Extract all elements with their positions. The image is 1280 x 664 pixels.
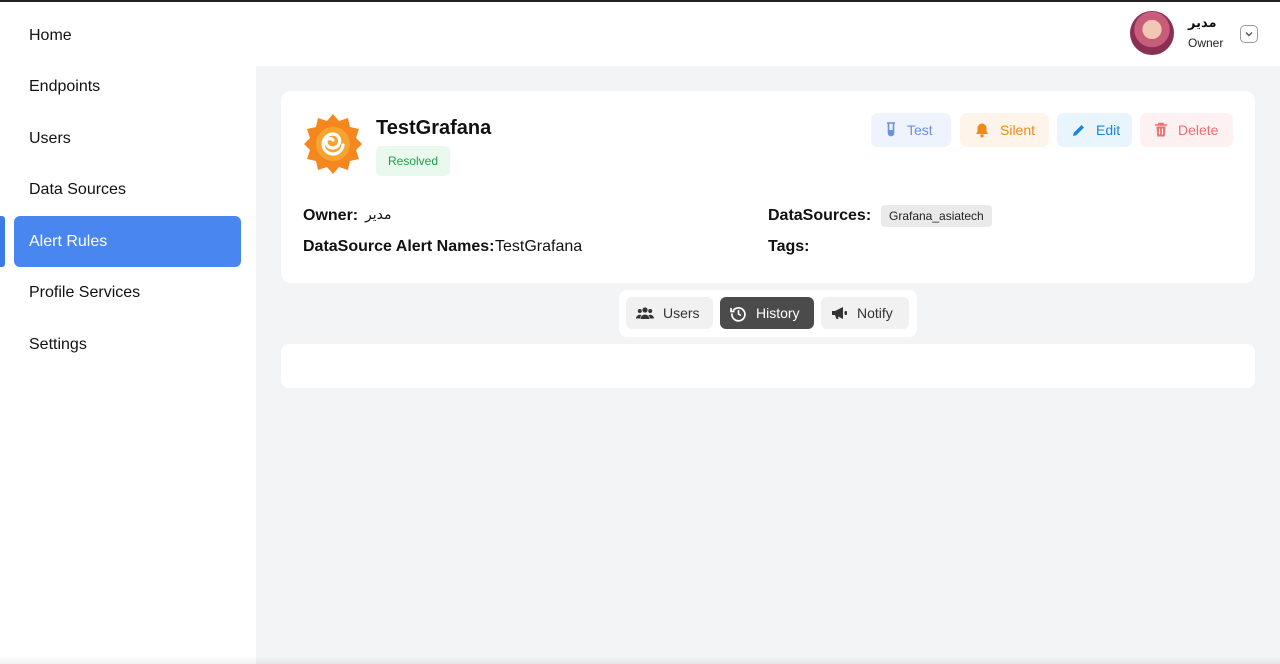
users-icon [636, 307, 654, 319]
owner-label: Owner: [303, 207, 359, 224]
sidebar-item-home[interactable]: Home [14, 10, 241, 61]
edit-button-label: Edit [1096, 122, 1121, 138]
top-header: مدیر Owner [256, 2, 1280, 66]
history-panel [281, 344, 1255, 388]
sidebar-item-users[interactable]: Users [14, 113, 241, 164]
sidebar-item-label: Users [29, 129, 71, 147]
sidebar-item-label: Home [29, 26, 72, 44]
silent-button[interactable]: Silent [960, 113, 1049, 147]
tab-users[interactable]: Users [626, 297, 713, 329]
tab-history[interactable]: History [720, 297, 814, 329]
test-tube-icon [887, 122, 895, 137]
alert-names-label: DataSource Alert Names: [303, 238, 495, 255]
chevron-down-icon [1245, 32, 1253, 37]
sidebar-item-label: Data Sources [29, 180, 126, 198]
alert-rule-card: TestGrafana Resolved Test Silent Edit De… [281, 91, 1255, 283]
tab-notify[interactable]: Notify [821, 297, 909, 329]
user-name: مدیر [1188, 16, 1217, 31]
test-button[interactable]: Test [871, 113, 951, 147]
delete-button[interactable]: Delete [1140, 113, 1233, 147]
edit-button[interactable]: Edit [1057, 113, 1132, 147]
bell-icon [976, 123, 988, 138]
datasources-label: DataSources: [768, 207, 872, 224]
sidebar-item-profile-services[interactable]: Profile Services [14, 267, 241, 318]
delete-button-label: Delete [1178, 122, 1219, 138]
sidebar-item-alert-rules[interactable]: Alert Rules [14, 216, 241, 267]
sidebar-item-label: Alert Rules [29, 232, 108, 250]
tab-history-label: History [756, 305, 800, 321]
sidebar-item-label: Settings [29, 335, 87, 353]
sidebar-item-label: Profile Services [29, 283, 141, 301]
avatar[interactable] [1130, 11, 1174, 55]
grafana-logo-icon [304, 114, 362, 174]
tab-notify-label: Notify [857, 305, 893, 321]
sidebar-item-endpoints[interactable]: Endpoints [14, 61, 241, 112]
user-role: Owner [1188, 36, 1224, 50]
bottom-shadow [0, 656, 1280, 664]
datasource-chip[interactable]: Grafana_asiatech [881, 205, 992, 227]
sidebar: Home Endpoints Users Data Sources Alert … [0, 2, 256, 664]
owner-value: مدیر [365, 207, 392, 223]
tab-users-label: Users [663, 305, 700, 321]
pencil-icon [1073, 124, 1084, 136]
main-content: TestGrafana Resolved Test Silent Edit De… [256, 66, 1280, 664]
silent-button-label: Silent [1000, 122, 1036, 138]
active-nav-marker [0, 216, 5, 267]
sidebar-item-settings[interactable]: Settings [14, 319, 241, 370]
history-icon [730, 306, 746, 322]
tags-label: Tags: [768, 238, 810, 255]
sidebar-item-data-sources[interactable]: Data Sources [14, 164, 241, 215]
trash-icon [1155, 122, 1167, 137]
alert-rule-title: TestGrafana [376, 117, 492, 139]
user-menu-button[interactable] [1240, 25, 1258, 43]
detail-tabs: Users History Notify [619, 290, 917, 337]
sidebar-item-label: Endpoints [29, 77, 101, 95]
megaphone-icon [832, 307, 847, 319]
status-badge: Resolved [376, 146, 451, 176]
alert-names-value: TestGrafana [495, 238, 583, 255]
test-button-label: Test [907, 122, 933, 138]
